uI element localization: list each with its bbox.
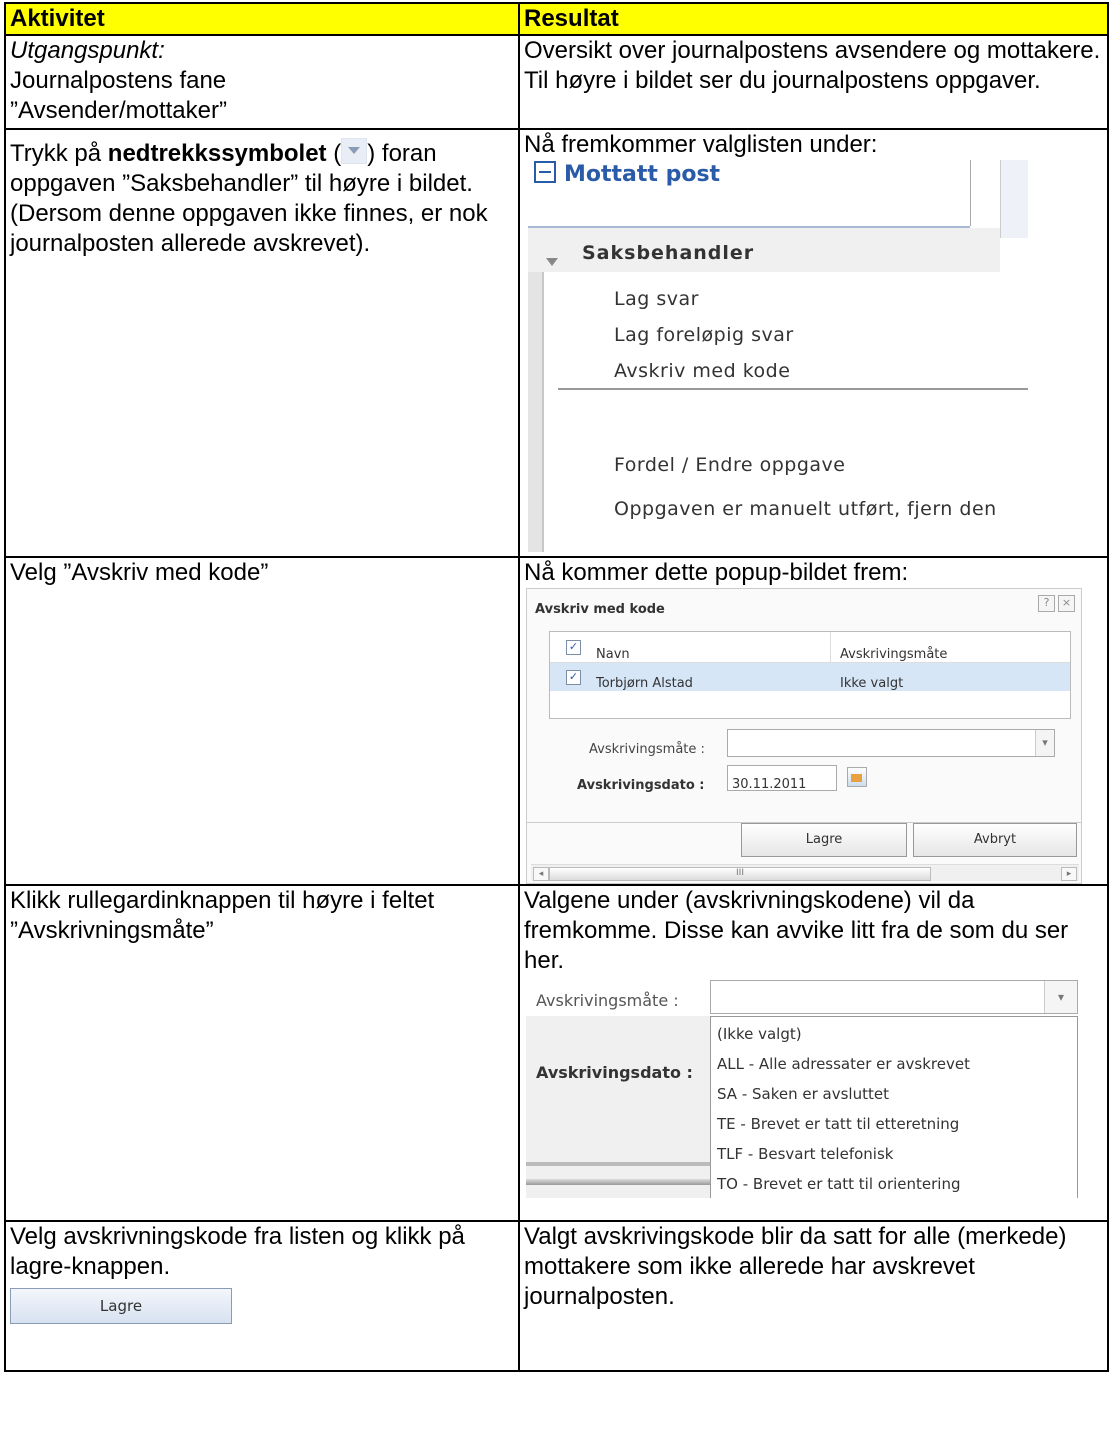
header-row: Aktivitet Resultat — [4, 2, 1109, 36]
row1-line1: Journalpostens fane — [10, 67, 227, 94]
task-menu-screenshot: Mottatt post Saksbehandler Lag svar Lag … — [528, 160, 1028, 552]
recipient-grid: ✓ Navn Avskrivingsmåte ✓ Torbjørn Alstad… — [549, 631, 1071, 719]
save-button[interactable]: Lagre — [741, 823, 907, 857]
chevron-down-icon[interactable]: ▾ — [1044, 981, 1077, 1013]
row1-line2: ”Avsender/mottaker” — [10, 97, 227, 124]
select-all-checkbox[interactable]: ✓ — [566, 640, 581, 655]
row3-result-intro: Nå kommer dette popup-bildet frem: — [524, 559, 909, 586]
table-row: Velg avskrivningskode fra listen og klik… — [4, 1220, 1109, 1372]
method-label: Avskrivingsmåte : — [589, 742, 705, 757]
row3-activity: Velg ”Avskriv med kode” — [4, 556, 520, 886]
horizontal-scrollbar[interactable]: ◂ III ▸ — [531, 864, 1079, 881]
dialog-title: Avskriv med kode — [535, 602, 665, 617]
menu-separator — [558, 388, 1028, 390]
codes-list: (Ikke valgt) ALL - Alle adressater er av… — [710, 1016, 1078, 1198]
row2-note: (Dersom denne oppgaven ikke finnes, er n… — [10, 200, 488, 257]
dropdown-arrow-icon[interactable] — [546, 258, 558, 266]
avskriv-dialog: Avskriv med kode ? × ✓ Navn Avskrivingsm… — [526, 588, 1082, 823]
menu-item-fordel-endre[interactable]: Fordel / Endre oppgave — [614, 450, 845, 480]
dialog-footer: Lagre Avbryt ◂ III ▸ — [526, 823, 1082, 884]
divider — [526, 1162, 710, 1166]
list-item[interactable]: TE - Brevet er tatt til etteretning — [717, 1109, 959, 1139]
list-item[interactable]: (Ikke valgt) — [717, 1019, 802, 1049]
row1-activity: Utgangspunkt: Journalpostens fane ”Avsen… — [4, 34, 520, 130]
row2-bold: nedtrekkssymbolet — [107, 140, 327, 167]
row4-result-intro: Valgene under (avskrivningskodene) vil d… — [524, 887, 1069, 974]
header-resultat: Resultat — [518, 2, 1109, 36]
column-divider — [830, 632, 831, 662]
collapse-icon[interactable] — [534, 161, 556, 183]
row1-result: Oversikt over journalpostens avsendere o… — [518, 34, 1109, 130]
row-checkbox[interactable]: ✓ — [566, 670, 581, 685]
task-saksbehandler[interactable]: Saksbehandler — [528, 228, 1000, 272]
method-select[interactable]: ▾ — [710, 980, 1078, 1014]
scroll-left-icon[interactable]: ◂ — [533, 867, 549, 881]
row5-result: Valgt avskrivingskode blir da satt for a… — [518, 1220, 1109, 1372]
scroll-right-icon[interactable]: ▸ — [1061, 867, 1077, 881]
dropdown-symbol-icon — [341, 138, 368, 164]
row1-result-text: Oversikt over journalpostens avsendere o… — [524, 37, 1101, 94]
scroll-thumb[interactable]: III — [549, 867, 931, 881]
list-item[interactable]: ALL - Alle adressater er avskrevet — [717, 1049, 970, 1079]
table-row: Velg ”Avskriv med kode” Nå kommer dette … — [4, 556, 1109, 886]
method-label: Avskrivingsmåte : — [536, 991, 679, 1010]
row-name: Torbjørn Alstad — [596, 676, 693, 691]
list-item[interactable]: TO - Brevet er tatt til orientering — [717, 1169, 961, 1198]
row2-paren-open: ( — [326, 140, 342, 167]
save-button[interactable]: Lagre — [10, 1288, 232, 1324]
row2-paren-close: ) — [367, 140, 376, 167]
header-aktivitet: Aktivitet — [4, 2, 520, 36]
row4-activity: Klikk rullegardinknappen til høyre i fel… — [4, 884, 520, 1222]
row4-instruction: Klikk rullegardinknappen til høyre i fel… — [10, 887, 435, 944]
row4-result: Valgene under (avskrivningskodene) vil d… — [518, 884, 1109, 1222]
task-label: Saksbehandler — [582, 242, 755, 264]
menu-gutter-line — [542, 272, 544, 552]
row2-activity: Trykk på nedtrekkssymbolet () foran oppg… — [4, 128, 520, 558]
codes-dropdown-screenshot: Avskrivingsmåte : ▾ Avskrivingsdato : (I… — [526, 976, 1080, 1198]
grid-header: ✓ Navn Avskrivingsmåte — [550, 632, 1070, 663]
group-header[interactable]: Mottatt post — [534, 160, 720, 190]
table-row[interactable]: ✓ Torbjørn Alstad Ikke valgt — [550, 663, 1070, 691]
row5-result-text: Valgt avskrivingskode blir da satt for a… — [524, 1223, 1067, 1310]
dialog-footer-inner: Lagre Avbryt ◂ III ▸ — [529, 823, 1083, 883]
row2-result: Nå fremkommer valglisten under: Mottatt … — [518, 128, 1109, 558]
group-label: Mottatt post — [564, 162, 721, 187]
row2-instruction: Trykk på nedtrekkssymbolet () foran oppg… — [10, 138, 514, 199]
method-select[interactable]: ▾ — [727, 729, 1055, 757]
divider — [970, 160, 971, 226]
close-icon[interactable]: × — [1058, 595, 1075, 612]
chevron-down-icon[interactable]: ▾ — [1035, 730, 1054, 756]
menu-item-lag-forelopig-svar[interactable]: Lag foreløpig svar — [614, 320, 794, 350]
row1-intro: Utgangspunkt: — [10, 37, 165, 64]
list-item[interactable]: SA - Saken er avsluttet — [717, 1079, 889, 1109]
row3-instruction: Velg ”Avskriv med kode” — [10, 559, 269, 586]
dialog-background — [526, 1016, 710, 1198]
row5-activity: Velg avskrivningskode fra listen og klik… — [4, 1220, 520, 1372]
scrollbar-fragment — [526, 1179, 710, 1185]
help-icon[interactable]: ? — [1038, 595, 1055, 612]
menu-item-lag-svar[interactable]: Lag svar — [614, 284, 699, 314]
row2-pre: Trykk på — [10, 140, 108, 167]
menu-item-avskriv-med-kode[interactable]: Avskriv med kode — [614, 356, 790, 386]
side-panel — [1001, 160, 1028, 238]
row5-instruction: Velg avskrivningskode fra listen og klik… — [10, 1223, 465, 1280]
date-label: Avskrivingsdato : — [536, 1063, 693, 1082]
date-input[interactable]: 30.11.2011 — [727, 765, 837, 792]
row3-result: Nå kommer dette popup-bildet frem: Avskr… — [518, 556, 1109, 886]
table-row: Trykk på nedtrekkssymbolet () foran oppg… — [4, 128, 1109, 558]
row-method: Ikke valgt — [840, 676, 904, 691]
table-row: Klikk rullegardinknappen til høyre i fel… — [4, 884, 1109, 1222]
date-label: Avskrivingsdato : — [577, 778, 705, 793]
menu-item-manuelt-utfort[interactable]: Oppgaven er manuelt utført, fjern den — [614, 494, 997, 524]
date-value: 30.11.2011 — [732, 777, 807, 792]
row2-result-intro: Nå fremkommer valglisten under: — [524, 131, 878, 158]
list-item[interactable]: TLF - Besvart telefonisk — [717, 1139, 893, 1169]
cancel-button[interactable]: Avbryt — [913, 823, 1077, 857]
menu-gutter — [528, 272, 542, 552]
table-row: Utgangspunkt: Journalpostens fane ”Avsen… — [4, 34, 1109, 130]
calendar-icon[interactable] — [847, 767, 867, 787]
instruction-table: Aktivitet Resultat Utgangspunkt: Journal… — [4, 2, 1109, 1372]
